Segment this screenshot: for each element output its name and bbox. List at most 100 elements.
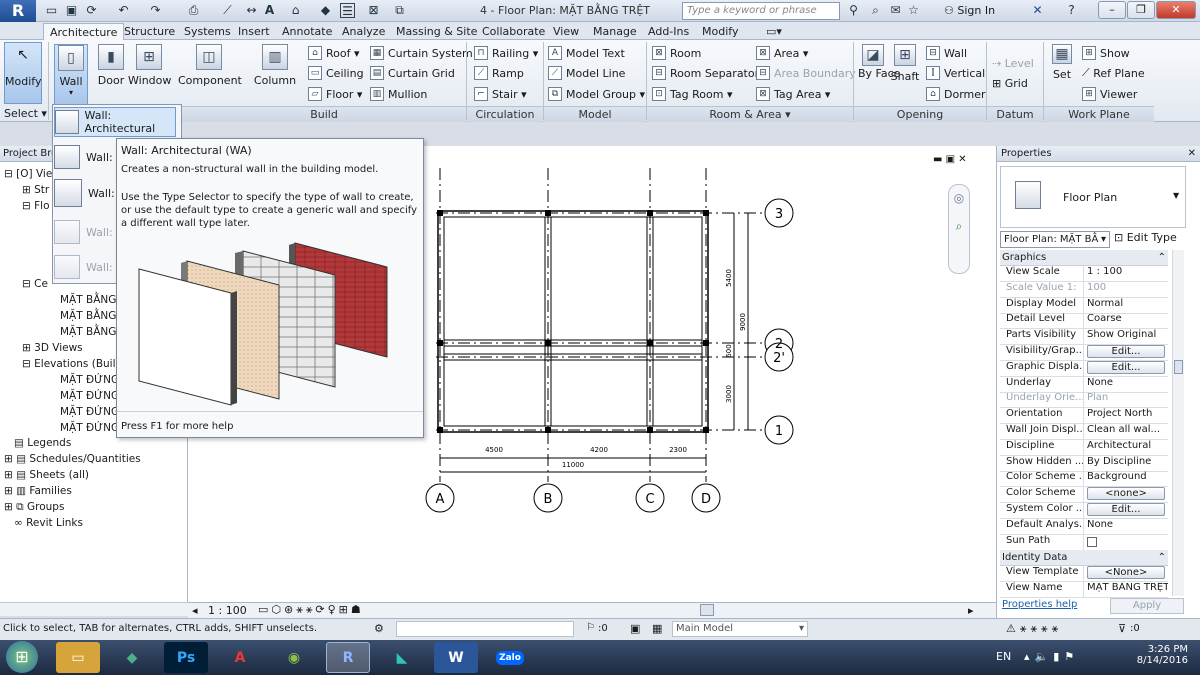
navigation-bar[interactable]: ◎ ⌕ xyxy=(948,184,970,274)
section-icon[interactable]: ◆ xyxy=(318,3,333,18)
property-row[interactable]: Parts Visibility Show Original xyxy=(1000,329,1168,346)
tab-structure[interactable]: Structure xyxy=(118,23,181,40)
property-edit-button[interactable]: <none> xyxy=(1087,487,1165,501)
word-taskbar-icon[interactable]: W xyxy=(434,642,478,673)
section-identity-data[interactable]: Identity Data ⌃ xyxy=(1000,550,1168,566)
property-row[interactable]: Default Analys... None xyxy=(1000,518,1168,535)
ceiling-button[interactable]: ▭ Ceiling xyxy=(308,64,364,82)
tab-massing-site[interactable]: Massing & Site xyxy=(390,23,483,40)
zalo-taskbar-icon[interactable]: Zalo xyxy=(488,642,532,673)
search-input[interactable]: Type a keyword or phrase xyxy=(682,2,840,20)
explorer-taskbar-icon[interactable]: ▭ xyxy=(56,642,100,673)
thin-lines-icon[interactable]: ☰ xyxy=(340,3,355,18)
tree-item[interactable]: MẶT BẰNG xyxy=(60,324,116,340)
property-row[interactable]: Color Scheme <none> xyxy=(1000,487,1168,504)
tree-item[interactable]: ⊞ Str xyxy=(22,182,49,198)
ramp-button[interactable]: ⟋ Ramp xyxy=(474,64,524,82)
property-value[interactable]: Coarse xyxy=(1084,313,1168,328)
zoom-icon[interactable]: ⌕ xyxy=(949,219,969,234)
scroll-right-icon[interactable]: ▸ xyxy=(968,604,974,617)
tab-add-ins[interactable]: Add-Ins xyxy=(642,23,695,40)
property-value[interactable]: Clean all wal... xyxy=(1084,424,1168,439)
measure-icon[interactable]: ⟋ xyxy=(220,3,235,18)
photoshop-taskbar-icon[interactable]: Ps xyxy=(164,642,208,673)
properties-scrollbar[interactable] xyxy=(1172,250,1184,596)
tree-item[interactable]: MẶT ĐỨNG xyxy=(60,388,119,404)
steering-wheel-icon[interactable]: ◎ xyxy=(949,191,969,205)
sketchup-taskbar-icon[interactable]: ◆ xyxy=(110,642,154,673)
property-value[interactable]: Normal xyxy=(1084,298,1168,313)
property-value[interactable]: 1 : 100 xyxy=(1084,266,1168,281)
curtain-system-button[interactable]: ▦ Curtain System xyxy=(370,44,473,62)
properties-help-link[interactable]: Properties help xyxy=(1002,599,1077,610)
tree-item[interactable]: ⊞ ⧉ Groups xyxy=(4,499,64,515)
binoculars-icon[interactable]: ⚲ xyxy=(846,3,861,18)
tree-item[interactable]: ∞ Revit Links xyxy=(4,515,83,531)
curtain-grid-button[interactable]: ▤ Curtain Grid xyxy=(370,64,455,82)
mullion-button[interactable]: ▥ Mullion xyxy=(370,85,427,103)
view-window-controls[interactable]: ▬ ▣ ✕ xyxy=(933,154,967,165)
close-icon[interactable]: ✕ xyxy=(1188,148,1196,159)
design-option-dropdown[interactable]: Main Model ▾ xyxy=(672,621,808,637)
property-row[interactable]: Wall Join Displ... Clean all wal... xyxy=(1000,424,1168,440)
tree-item[interactable]: MẶT ĐỨNG xyxy=(60,372,119,388)
exchange-apps-icon[interactable]: ✕ xyxy=(1030,3,1045,18)
tree-item[interactable]: MẶT ĐỨNG xyxy=(60,404,119,420)
room-area-panel-label[interactable]: Room & Area ▾ xyxy=(647,106,853,122)
by-face-button[interactable]: ◪ By Face xyxy=(858,44,900,80)
design-options-icon[interactable]: ▣ xyxy=(630,622,640,635)
worksharing-icon[interactable]: ⚙ xyxy=(374,622,384,635)
tag-area-button[interactable]: ⊠ Tag Area ▾ xyxy=(756,85,830,103)
apply-button[interactable]: Apply xyxy=(1110,598,1184,614)
shaft-button[interactable]: ⊞ Shaft xyxy=(890,44,920,83)
tab-collaborate[interactable]: Collaborate xyxy=(476,23,551,40)
editable-only-icon[interactable]: ⚐ xyxy=(586,622,595,633)
tree-item[interactable]: ⊟ Ce xyxy=(22,276,48,292)
tree-item[interactable]: ⊞ ▤ Schedules/Quantities xyxy=(4,451,141,467)
tree-item[interactable]: MẶT BẰNG xyxy=(60,308,116,324)
roof-button[interactable]: ⌂ Roof ▾ xyxy=(308,44,360,62)
tree-item[interactable]: ⊟ [O] Vie xyxy=(4,166,52,182)
tab-architecture[interactable]: Architecture xyxy=(43,23,125,40)
tree-item[interactable]: ⊞ 3D Views xyxy=(22,340,83,356)
property-value[interactable]: None xyxy=(1084,377,1168,392)
property-edit-button[interactable]: Edit... xyxy=(1087,503,1165,516)
clock[interactable]: 3:26 PM 8/14/2016 xyxy=(1128,644,1188,666)
tray-icons[interactable]: ▴🔈▮⚑ xyxy=(1024,650,1079,663)
view-scale[interactable]: 1 : 100 xyxy=(208,604,247,617)
sign-in-button[interactable]: ⚇ Sign In xyxy=(944,4,995,17)
dormer-button[interactable]: ⌂ Dormer xyxy=(926,85,986,103)
room-separator-button[interactable]: ⊟ Room Separator xyxy=(652,64,759,82)
property-row[interactable]: Orientation Project North xyxy=(1000,408,1168,425)
property-value[interactable]: By Discipline xyxy=(1084,456,1168,471)
select-dropdown[interactable]: Select ▾ xyxy=(4,107,47,120)
property-value[interactable]: Project North xyxy=(1084,408,1168,423)
window-button[interactable]: ⊞ Window xyxy=(128,44,171,87)
redo-icon[interactable]: ↷ xyxy=(148,3,163,18)
property-edit-button[interactable]: Edit... xyxy=(1087,360,1165,374)
help-icon[interactable]: ? xyxy=(1064,3,1079,18)
navisworks-taskbar-icon[interactable]: ◣ xyxy=(380,642,424,673)
model-text-button[interactable]: A Model Text xyxy=(548,44,625,62)
property-row[interactable]: Scale Value 1: 100 xyxy=(1000,281,1168,298)
start-button[interactable]: ⊞ xyxy=(6,641,38,673)
tab-manage[interactable]: Manage xyxy=(587,23,643,40)
minimize-button[interactable]: – xyxy=(1098,1,1126,19)
wall-opening-button[interactable]: ⊟ Wall xyxy=(926,44,967,62)
property-row[interactable]: Display Model Normal xyxy=(1000,297,1168,314)
print-icon[interactable]: ⎙ xyxy=(186,3,201,18)
ref-plane-button[interactable]: ⟋ Ref Plane xyxy=(1082,64,1145,82)
close-hidden-icon[interactable]: ⊠ xyxy=(366,3,381,18)
close-button[interactable]: ✕ xyxy=(1156,1,1196,19)
revit-taskbar-icon[interactable]: R xyxy=(326,642,370,673)
wall-button[interactable]: ▯ Wall ▾ xyxy=(54,44,88,106)
property-row[interactable]: Underlay Orie... Plan xyxy=(1000,392,1168,409)
filter-icon[interactable]: ⊽ xyxy=(1118,622,1126,635)
tree-item[interactable]: MẶT BẰNG xyxy=(60,292,116,308)
modify-button[interactable]: ↖ Modify xyxy=(4,42,42,104)
wall-architectural-item[interactable]: Wall: Architectural xyxy=(54,107,176,137)
property-row[interactable]: Visibility/Grap... Edit... xyxy=(1000,345,1168,361)
view-controls-icons[interactable]: ▭⬡⊛⚹⚹⟳♀⊞☗ xyxy=(258,603,364,617)
area-button[interactable]: ⊠ Area ▾ xyxy=(756,44,808,62)
model-group-button[interactable]: ⧉ Model Group ▾ xyxy=(548,85,645,103)
